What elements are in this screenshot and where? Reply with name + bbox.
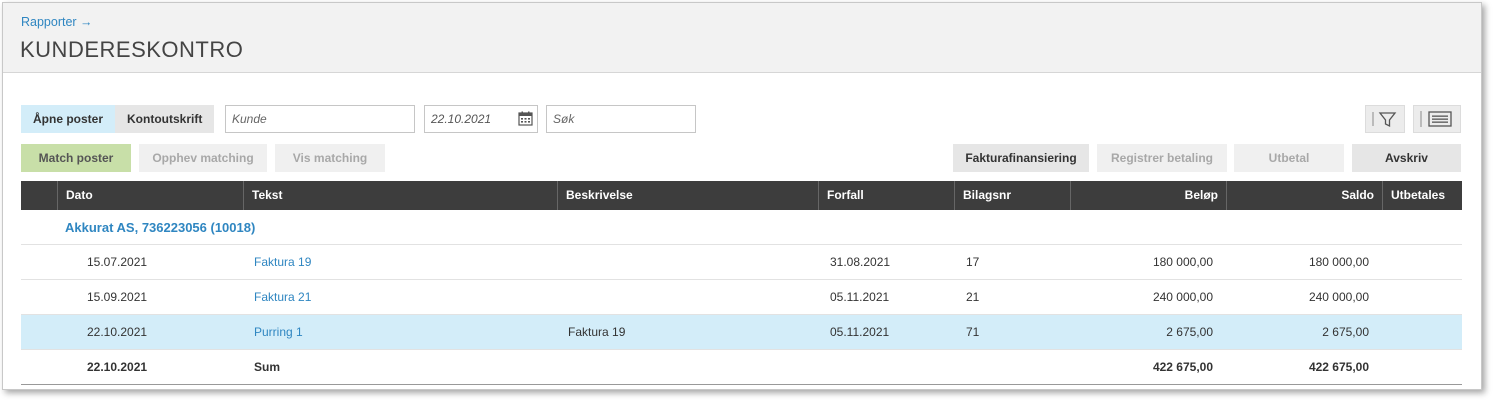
sum-balance: 422 675,00 [1308,360,1369,374]
col-payable[interactable]: Utbetales [1382,181,1462,210]
ledger-table: Dato Tekst Beskrivelse Forfall Bilagsnr … [21,181,1462,385]
filter-button[interactable] [1365,105,1405,133]
table-row[interactable]: 15.07.2021 Faktura 19 31.08.2021 17 180 … [21,245,1462,280]
col-amount[interactable]: Beløp [1070,181,1226,210]
sum-date: 22.10.2021 [87,360,148,374]
col-date[interactable]: Dato [57,181,243,210]
table-row[interactable]: 15.09.2021 Faktura 21 05.11.2021 21 240 … [21,280,1462,315]
row-voucher: 21 [966,290,980,304]
view-tabs: Åpne poster Kontoutskrift [21,105,215,133]
table-header: Dato Tekst Beskrivelse Forfall Bilagsnr … [21,181,1462,210]
col-voucher[interactable]: Bilagsnr [954,181,1070,210]
sum-label: Sum [254,360,281,374]
table-row-selected[interactable]: 22.10.2021 Purring 1 Faktura 19 05.11.20… [21,315,1462,350]
search-input[interactable] [546,105,696,133]
row-text-link[interactable]: Faktura 21 [254,280,311,315]
row-amount: 2 675,00 [1166,325,1213,339]
row-balance: 2 675,00 [1322,325,1369,339]
show-matching-button[interactable]: Vis matching [275,144,385,172]
col-balance[interactable]: Saldo [1226,181,1382,210]
customer-group-row: Akkurat AS, 736223056 (10018) [21,210,1462,245]
filter-icon [1372,112,1397,128]
page-header: Rapporter → KUNDERESKONTRO [3,3,1481,73]
page-title: KUNDERESKONTRO [20,37,244,62]
row-text-link[interactable]: Purring 1 [254,315,303,350]
col-text[interactable]: Tekst [243,181,557,210]
row-voucher: 71 [966,325,980,339]
column-settings-button[interactable] [1413,105,1461,133]
write-off-button[interactable]: Avskriv [1352,144,1461,172]
row-due: 05.11.2021 [830,325,890,339]
row-date: 15.07.2021 [87,255,148,269]
select-column-header [21,181,57,210]
sum-amount: 422 675,00 [1152,360,1213,374]
row-description: Faktura 19 [568,325,626,339]
calendar-icon[interactable] [518,111,533,126]
row-voucher: 17 [966,255,980,269]
row-date: 22.10.2021 [87,325,148,339]
row-amount: 180 000,00 [1152,255,1213,269]
row-due: 05.11.2021 [830,290,890,304]
tab-account-statement[interactable]: Kontoutskrift [115,105,215,133]
row-balance: 180 000,00 [1308,255,1369,269]
list-view-icon [1420,111,1452,127]
sum-row: 22.10.2021 Sum 422 675,00 422 675,00 [21,350,1462,385]
row-balance: 240 000,00 [1308,290,1369,304]
date-picker [424,105,538,133]
pay-out-button[interactable]: Utbetal [1234,144,1344,172]
invoice-financing-button[interactable]: Fakturafinansiering [953,144,1089,172]
app-window: Rapporter → KUNDERESKONTRO Åpne poster K… [2,2,1482,390]
register-payment-button[interactable]: Registrer betaling [1097,144,1227,172]
row-text-link[interactable]: Faktura 19 [254,245,311,280]
customer-input[interactable] [225,105,415,133]
row-amount: 240 000,00 [1152,290,1213,304]
unmatch-button[interactable]: Opphev matching [139,144,267,172]
tab-open-items[interactable]: Åpne poster [21,105,116,133]
col-description[interactable]: Beskrivelse [557,181,818,210]
customer-group-title[interactable]: Akkurat AS, 736223056 (10018) [65,210,255,245]
breadcrumb[interactable]: Rapporter → [21,15,93,29]
row-date: 15.09.2021 [87,290,148,304]
col-due[interactable]: Forfall [818,181,954,210]
row-due: 31.08.2021 [830,255,891,269]
match-items-button[interactable]: Match poster [21,144,131,172]
